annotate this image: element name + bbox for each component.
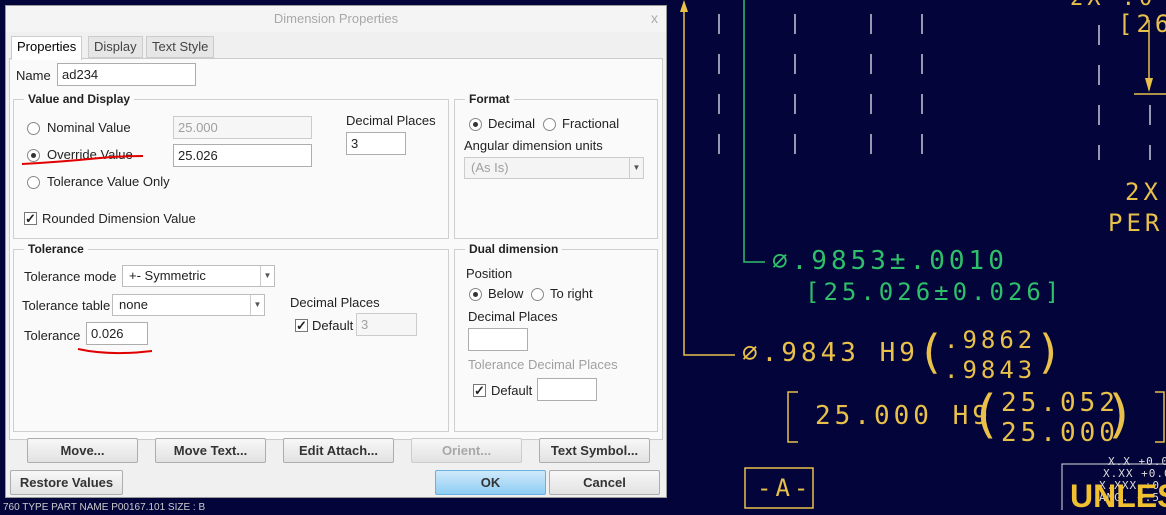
cancel-button[interactable]: Cancel: [549, 470, 660, 495]
chevron-down-icon: ▼: [260, 266, 274, 286]
value-display-group: Value and Display Nominal Value 25.000 O…: [13, 92, 449, 239]
name-input[interactable]: ad234: [57, 63, 196, 86]
tolerance-mode-label: Tolerance mode: [24, 269, 117, 284]
unless-note: UNLES: [1070, 478, 1166, 514]
decimal-radio[interactable]: [469, 118, 482, 131]
group-title: Dual dimension: [465, 242, 563, 256]
tolerance-table-select[interactable]: none ▼: [112, 294, 265, 316]
dialog-title[interactable]: Dimension Properties: [6, 6, 666, 32]
tolerance-decimal-input[interactable]: 3: [356, 313, 417, 336]
green-dimension-text[interactable]: ⌀.9853±.0010: [772, 246, 1008, 276]
default-checkbox[interactable]: ✓: [295, 319, 308, 332]
restore-values-button[interactable]: Restore Values: [10, 470, 123, 495]
move-text-button[interactable]: Move Text...: [155, 438, 266, 463]
nominal-value-radio[interactable]: [27, 122, 40, 135]
dual-tol-decimal-input[interactable]: [537, 378, 597, 401]
format-group: Format Decimal Fractional Angular dimens…: [454, 92, 658, 239]
dual-lower: 25.000: [1001, 418, 1119, 448]
tolerance-label: Tolerance: [24, 328, 81, 343]
orient-button[interactable]: Orient...: [411, 438, 522, 463]
dual-dimension-group: Dual dimension Position Below To right D…: [454, 242, 658, 432]
default-label: Default: [312, 318, 354, 333]
chevron-down-icon: ▼: [629, 158, 643, 178]
fractional-radio[interactable]: [543, 118, 556, 131]
tolerance-mode-select[interactable]: +- Symmetric ▼: [122, 265, 275, 287]
decimal-label: Decimal: [488, 116, 535, 131]
tab-display[interactable]: Display: [88, 36, 143, 58]
group-title: Value and Display: [24, 92, 135, 106]
override-value-input[interactable]: 25.026: [173, 144, 312, 167]
tolerance-only-radio[interactable]: [27, 176, 40, 189]
group-title: Tolerance: [24, 242, 88, 256]
name-label: Name: [16, 68, 51, 83]
paren-left: (: [917, 325, 945, 379]
datum-label[interactable]: -A-: [757, 474, 812, 502]
chevron-down-icon: ▼: [250, 295, 264, 315]
tolerance-decimal-label: Tolerance Decimal Places: [468, 357, 618, 372]
lower-limit: .9843: [944, 356, 1037, 384]
dual-upper: 25.052: [1001, 388, 1119, 418]
text-symbol-button[interactable]: Text Symbol...: [539, 438, 650, 463]
select-value: (As Is): [471, 160, 509, 175]
properties-panel: Name ad234 Value and Display Nominal Val…: [9, 58, 663, 440]
decimal-places-label: Decimal Places: [290, 295, 380, 310]
tolerance-group: Tolerance Tolerance mode +- Symmetric ▼ T…: [13, 242, 449, 432]
close-icon[interactable]: x: [651, 10, 658, 26]
group-title: Format: [465, 92, 514, 106]
override-value-label: Override Value: [47, 147, 133, 162]
decimal-places-label: Decimal Places: [468, 309, 558, 324]
diameter-icon: ⌀: [772, 246, 792, 276]
nominal-value-label: Nominal Value: [47, 120, 131, 135]
position-label: Position: [466, 266, 513, 281]
nominal-value-input[interactable]: 25.000: [173, 116, 312, 139]
default-label: Default: [491, 383, 533, 398]
dual-dimension-text[interactable]: 25.000 H9: [815, 401, 992, 431]
tab-text-style[interactable]: Text Style: [146, 36, 215, 58]
angular-units-label: Angular dimension units: [464, 138, 603, 153]
note-text: [26: [1118, 10, 1166, 38]
angular-units-select[interactable]: (As Is) ▼: [464, 157, 644, 179]
override-value-radio[interactable]: [27, 149, 40, 162]
note-text: 2X: [1125, 178, 1162, 206]
green-dual-text[interactable]: [25.026±0.026]: [805, 278, 1063, 306]
below-radio[interactable]: [469, 288, 482, 301]
below-label: Below: [488, 286, 524, 301]
select-value: none: [119, 297, 148, 312]
paren-right: ): [1035, 325, 1063, 379]
dimension-properties-dialog: Dimension Properties x Properties Displa…: [5, 5, 667, 498]
tolerance-only-label: Tolerance Value Only: [47, 174, 170, 189]
tolerance-table-label: Tolerance table: [22, 298, 111, 313]
ok-button[interactable]: OK: [435, 470, 546, 495]
dual-decimal-input[interactable]: [468, 328, 528, 351]
fractional-label: Fractional: [562, 116, 620, 131]
select-value: +- Symmetric: [129, 268, 206, 283]
yellow-dimension-text[interactable]: ⌀.9843 H9: [742, 338, 919, 368]
rounded-label: Rounded Dimension Value: [42, 211, 196, 226]
paren-right: ): [1104, 385, 1136, 445]
note-text: PER: [1108, 209, 1164, 237]
rounded-checkbox[interactable]: ✓: [24, 212, 37, 225]
note-text: 2X .0: [1070, 0, 1156, 11]
diameter-icon: ⌀: [742, 338, 762, 368]
dual-default-checkbox[interactable]: ✓: [473, 384, 486, 397]
move-button[interactable]: Move...: [27, 438, 138, 463]
edit-attach-button[interactable]: Edit Attach...: [283, 438, 394, 463]
to-right-radio[interactable]: [531, 288, 544, 301]
tolerance-input[interactable]: 0.026: [86, 322, 148, 345]
to-right-label: To right: [550, 286, 593, 301]
tab-properties[interactable]: Properties: [11, 36, 83, 60]
decimal-places-input[interactable]: 3: [346, 132, 406, 155]
paren-left: (: [970, 385, 1002, 445]
title-block-text: 760 TYPE PART NAME P00167.101 SIZE : B: [3, 502, 206, 513]
decimal-places-label: Decimal Places: [346, 113, 436, 128]
upper-limit: .9862: [944, 326, 1037, 354]
